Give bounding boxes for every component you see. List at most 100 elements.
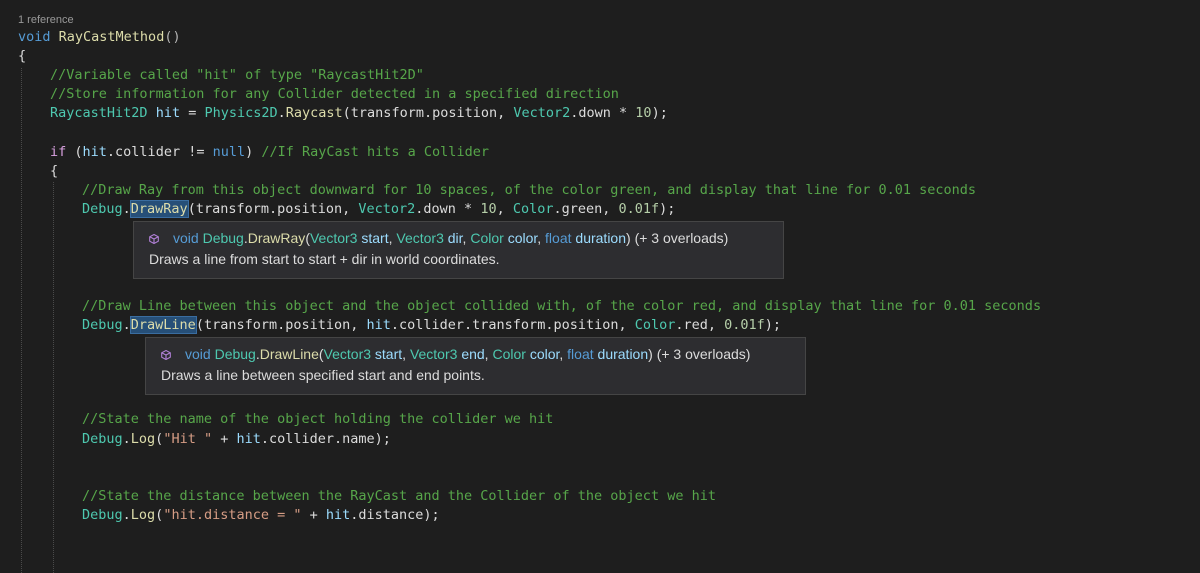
code-line-open-brace[interactable]: { — [50, 162, 58, 181]
punctuation: ); — [659, 201, 676, 217]
param-name: color — [507, 230, 538, 246]
type-name: Vector2 — [513, 105, 571, 121]
keyword-null: null — [212, 144, 246, 160]
param-type: Vector3 — [409, 346, 458, 362]
type-name: Color — [512, 201, 554, 217]
param-type: float — [567, 346, 594, 362]
method-name: RayCastMethod — [58, 29, 165, 45]
code-text: ( — [66, 144, 83, 160]
code-line-if[interactable]: if (hit.collider != null) //If RayCast h… — [50, 143, 489, 162]
punctuation: . — [122, 431, 131, 447]
brace: { — [18, 48, 27, 64]
param-name: duration — [575, 230, 626, 246]
overloads-count: (+ 3 overloads) — [634, 230, 729, 246]
code-text: .collider.transform.position, — [390, 317, 635, 333]
punctuation: ); — [764, 317, 782, 333]
class-name: Debug — [202, 230, 244, 246]
quickinfo-tooltip-drawline[interactable]: void Debug.DrawLine(Vector3 start, Vecto… — [145, 337, 806, 395]
param-name: start — [361, 230, 389, 246]
comment: //Draw Ray from this object downward for… — [82, 182, 977, 198]
method-cube-icon — [149, 234, 159, 244]
string-literal: "hit.distance = " — [163, 507, 302, 523]
code-line-log-name[interactable]: Debug.Log("Hit " + hit.collider.name); — [82, 430, 391, 449]
variable-name: hit — [325, 507, 351, 523]
punctuation: , — [402, 346, 410, 362]
overloads-count: (+ 3 overloads) — [656, 346, 751, 362]
keyword-void: void — [185, 346, 211, 362]
code-line-comment[interactable]: //State the distance between the RayCast… — [82, 487, 716, 506]
code-text: .green, — [553, 201, 619, 217]
code-text: .distance); — [350, 507, 440, 523]
variable-name: hit — [82, 144, 107, 160]
code-text: (transform.position, — [342, 105, 514, 121]
code-line-comment[interactable]: //Store information for any Collider det… — [50, 85, 619, 104]
punctuation: () — [164, 29, 181, 45]
indent-guide — [21, 68, 22, 573]
param-type: Vector3 — [323, 346, 372, 362]
codelens-references[interactable]: 1 reference — [18, 14, 74, 26]
quickinfo-tooltip-drawray[interactable]: void Debug.DrawRay(Vector3 start, Vector… — [133, 221, 784, 279]
param-type: Vector3 — [309, 230, 358, 246]
param-name: color — [529, 346, 560, 362]
punctuation: . — [122, 201, 131, 217]
operator: + — [301, 507, 326, 523]
punctuation: . — [122, 317, 131, 333]
selected-method-drawray[interactable]: DrawRay — [129, 200, 189, 218]
param-type: Color — [470, 230, 504, 246]
code-text: (transform.position, — [187, 201, 359, 217]
code-line-open-brace[interactable]: { — [18, 47, 26, 66]
code-text: .red, — [675, 317, 725, 333]
selected-method-drawline[interactable]: DrawLine — [129, 316, 197, 334]
variable-name: hit — [236, 431, 261, 447]
tooltip-signature: void Debug.DrawLine(Vector3 start, Vecto… — [161, 344, 791, 365]
param-type: Color — [492, 346, 526, 362]
class-name: Debug — [82, 201, 123, 217]
code-line-method-signature[interactable]: void RayCastMethod() — [18, 28, 181, 47]
class-name: Debug — [82, 431, 123, 447]
comment: //Variable called "hit" of type "Raycast… — [50, 67, 424, 83]
variable-name: hit — [366, 317, 391, 333]
comment: //Draw Line between this object and the … — [82, 298, 1042, 314]
operator: + — [212, 431, 237, 447]
number-literal: 10 — [480, 201, 497, 217]
code-line-log-distance[interactable]: Debug.Log("hit.distance = " + hit.distan… — [82, 506, 440, 525]
code-text: .collider.name); — [260, 431, 391, 447]
code-line-raycast-declaration[interactable]: RaycastHit2D hit = Physics2D.Raycast(tra… — [50, 104, 668, 123]
code-editor[interactable]: 1 reference void RayCastMethod() { //Var… — [0, 0, 1200, 573]
punctuation: . — [122, 507, 131, 523]
code-text: (transform.position, — [195, 317, 367, 333]
keyword-void: void — [173, 230, 199, 246]
punctuation: . — [277, 105, 286, 121]
punctuation: , — [537, 230, 546, 246]
code-line-comment[interactable]: //Draw Line between this object and the … — [82, 297, 1041, 316]
string-literal: "Hit " — [163, 431, 213, 447]
code-line-comment[interactable]: //State the name of the object holding t… — [82, 410, 553, 429]
tooltip-description: Draws a line between specified start and… — [161, 367, 485, 383]
code-line-comment[interactable]: //Variable called "hit" of type "Raycast… — [50, 66, 424, 85]
number-literal: 10 — [635, 105, 652, 121]
method-cube-icon — [161, 350, 171, 360]
comment: //If RayCast hits a Collider — [261, 144, 489, 160]
code-line-comment[interactable]: //Draw Ray from this object downward for… — [82, 181, 976, 200]
param-name: dir — [447, 230, 463, 246]
operator: = — [180, 105, 205, 121]
number-literal: 0.01f — [618, 201, 660, 217]
method-name: DrawLine — [259, 346, 319, 362]
punctuation: ) — [648, 346, 653, 362]
method-name: DrawRay — [247, 230, 306, 246]
comment: //State the name of the object holding t… — [82, 411, 554, 427]
keyword-void: void — [18, 29, 51, 45]
class-name: Debug — [214, 346, 256, 362]
param-type: float — [545, 230, 572, 246]
param-name: duration — [597, 346, 649, 362]
code-text: ) — [245, 144, 262, 160]
code-text: .down * — [415, 201, 481, 217]
code-line-drawray-call[interactable]: Debug.DrawRay(transform.position, Vector… — [82, 200, 675, 219]
code-line-drawline-call[interactable]: Debug.DrawLine(transform.position, hit.c… — [82, 316, 781, 335]
tooltip-description: Draws a line from start to start + dir i… — [149, 251, 500, 267]
type-name: Color — [634, 317, 676, 333]
comment: //State the distance between the RayCast… — [82, 488, 716, 504]
punctuation: , — [559, 346, 568, 362]
indent-guide — [53, 182, 54, 573]
code-text: .collider != — [106, 144, 213, 160]
